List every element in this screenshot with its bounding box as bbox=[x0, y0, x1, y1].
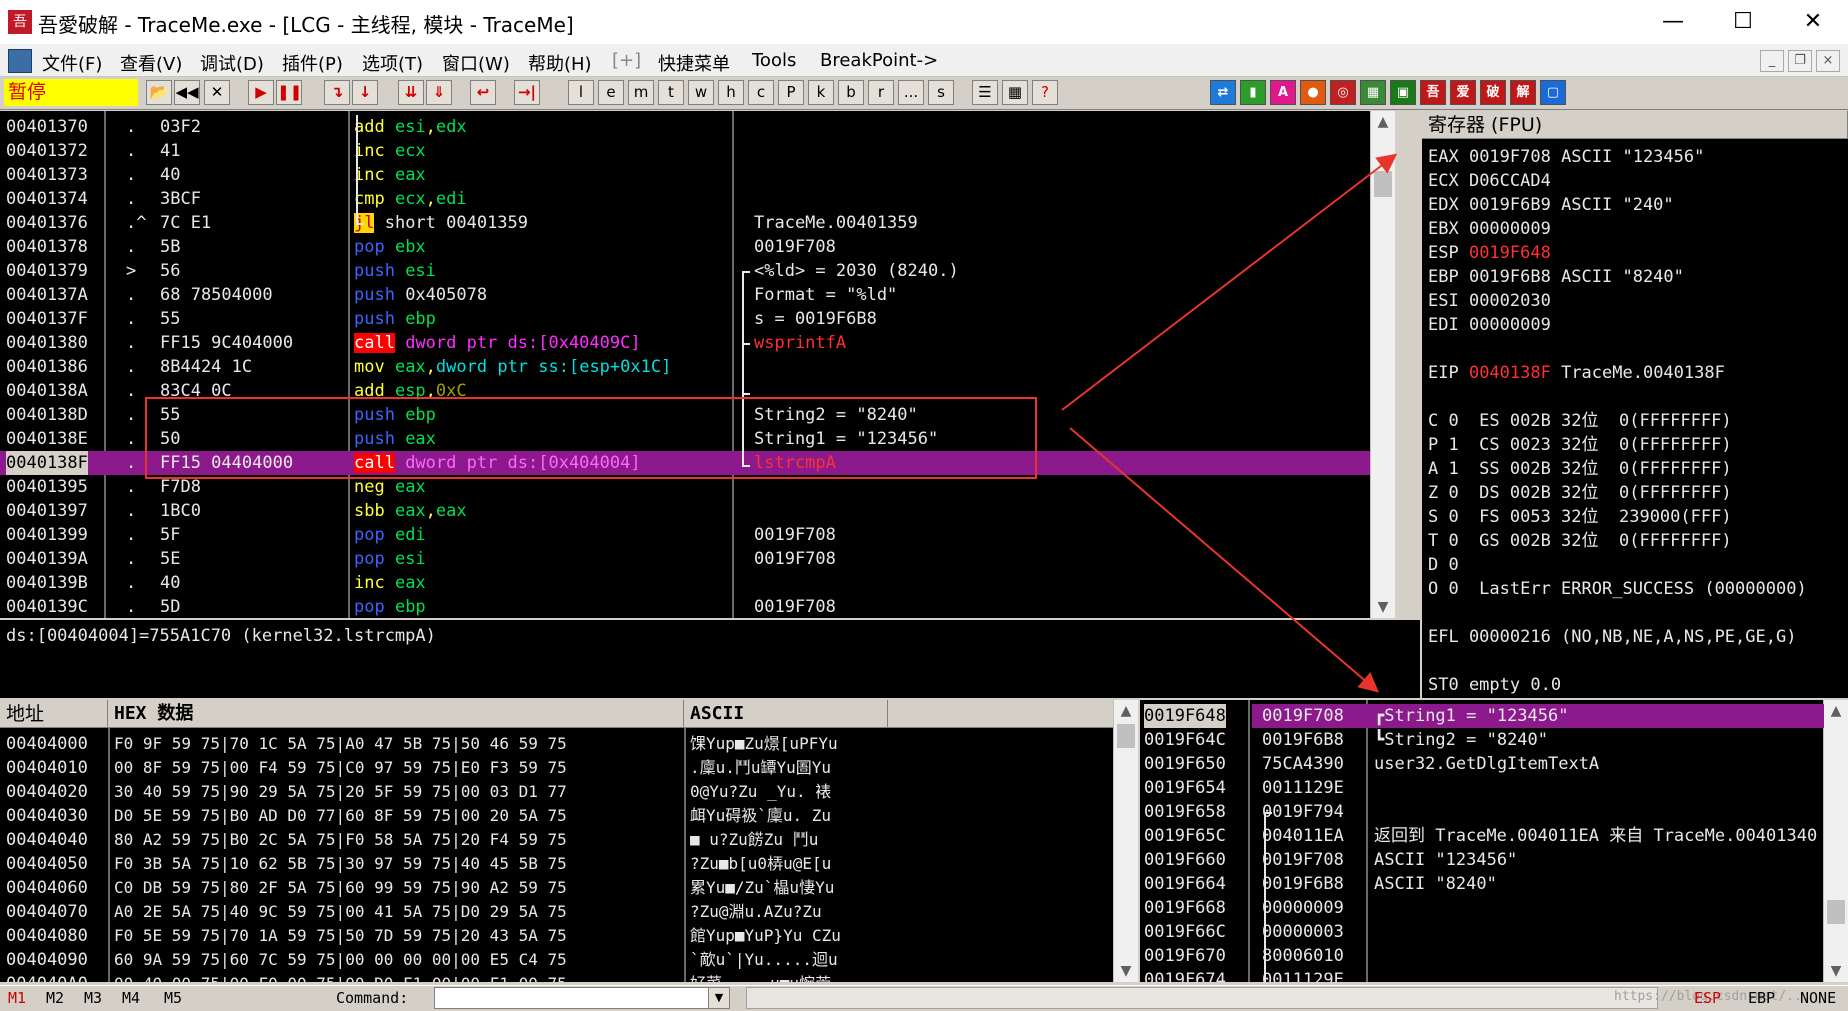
command-label: Command: bbox=[336, 989, 409, 1007]
mark-m1[interactable]: M1 bbox=[8, 989, 26, 1007]
highlight-box bbox=[145, 397, 1037, 479]
command-input[interactable]: ▼ bbox=[434, 987, 730, 1009]
mark-m3[interactable]: M3 bbox=[84, 989, 102, 1007]
chevron-down-icon[interactable]: ▼ bbox=[708, 988, 729, 1008]
stack-value: 0019F708 bbox=[1262, 706, 1344, 726]
mark-m4[interactable]: M4 bbox=[122, 989, 140, 1007]
stack-comment: ┏String1 = "123456" bbox=[1374, 704, 1568, 728]
annotation-overlay bbox=[145, 153, 1398, 693]
stack-bracket: ┏ bbox=[1374, 706, 1385, 726]
stack-address: 0019F648 bbox=[1144, 704, 1226, 728]
stack-comment-text: String1 = "123456" bbox=[1384, 706, 1569, 726]
mark-m5[interactable]: M5 bbox=[164, 989, 182, 1007]
arrow-to-stack bbox=[1069, 427, 1380, 693]
mark-m2[interactable]: M2 bbox=[46, 989, 64, 1007]
status-message-field bbox=[746, 987, 1658, 1009]
status-bar: M1 M2 M3 M4 M5 Command: ▼ https://blog.c… bbox=[0, 985, 1848, 1011]
status-esp[interactable]: ESP bbox=[1694, 989, 1721, 1007]
stack-row[interactable]: 0019F648 0019F708 ┏String1 = "123456" bbox=[1140, 704, 1824, 728]
status-none[interactable]: NONE bbox=[1800, 989, 1836, 1007]
status-ebp[interactable]: EBP bbox=[1748, 989, 1775, 1007]
arrow-to-registers bbox=[1061, 153, 1398, 411]
